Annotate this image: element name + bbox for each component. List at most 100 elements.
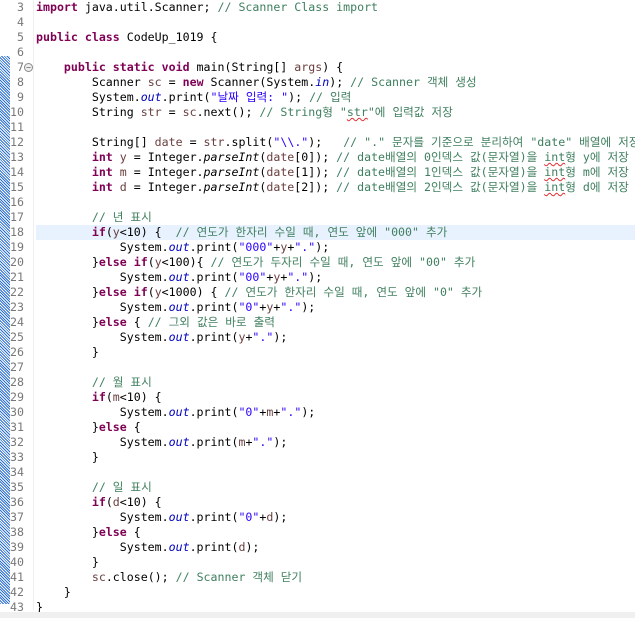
code-content: // 월 표시 [36, 375, 635, 390]
line-number: 10 [10, 105, 24, 119]
code-line[interactable]: 40 } [0, 555, 635, 570]
code-line[interactable]: 35 // 일 표시 [0, 480, 635, 495]
code-line[interactable]: 22 }else if(y<1000) { // 연도가 한자리 수일 때, 연… [0, 285, 635, 300]
code-text: .print( [189, 330, 239, 344]
code-line[interactable]: 4 [0, 15, 635, 30]
local-variable: str [203, 135, 225, 149]
code-line[interactable]: 36 if(d<10) { [0, 495, 635, 510]
comment: // Scanner 객체 생성 [350, 75, 477, 89]
code-content: // 년 표시 [36, 210, 635, 225]
line-number: 7 [17, 60, 24, 74]
code-line[interactable]: 15 int d = Integer.parseInt(date[2]); //… [0, 180, 635, 195]
code-content: }else if(y<100){ // 연도가 두자리 수일 때, 연도 앞에 … [36, 255, 635, 270]
horizontal-scrollbar[interactable] [0, 612, 635, 618]
code-line[interactable]: 21 System.out.print("00"+y+"."); [0, 270, 635, 285]
comment-spellcheck: int [544, 180, 566, 194]
code-text: ( [147, 255, 155, 269]
keyword: public static void [63, 60, 190, 74]
line-number: 29 [10, 390, 24, 404]
code-line[interactable]: 16 [0, 195, 635, 210]
code-line[interactable]: 14 int m = Integer.parseInt(date[1]); //… [0, 165, 635, 180]
code-content: }else if(y<1000) { // 연도가 한자리 수일 때, 연도 앞… [36, 285, 635, 300]
code-text: System. [36, 435, 169, 449]
code-line[interactable]: 27 [0, 360, 635, 375]
code-text: .print( [189, 300, 239, 314]
line-number: 13 [10, 150, 24, 164]
code-line[interactable]: 9 System.out.print("날짜 입력: "); // 입력 [0, 90, 635, 105]
code-text: <10) { [119, 390, 162, 404]
code-line[interactable]: 34 [0, 465, 635, 480]
local-variable: y [112, 225, 120, 239]
code-line[interactable]: 38 }else { [0, 525, 635, 540]
comment: // "." 문자를 기준으로 분리하여 "date" 배열에 저장 [343, 135, 635, 149]
code-line[interactable]: 33 } [0, 450, 635, 465]
local-variable: y [154, 255, 162, 269]
code-line[interactable]: 17 // 년 표시 [0, 210, 635, 225]
line-number: 37 [10, 510, 24, 524]
code-text: } [36, 585, 71, 599]
code-text: .print( [189, 240, 239, 254]
fold-collapse-icon[interactable]: − [24, 63, 33, 72]
code-text: ); [273, 330, 288, 344]
code-line[interactable]: 23 System.out.print("0"+y+"."); [0, 300, 635, 315]
code-line[interactable]: 11 [0, 120, 635, 135]
code-text: ); [329, 75, 351, 89]
code-line[interactable]: 24 }else { // 그외 값은 바로 출력 [0, 315, 635, 330]
code-line[interactable]: 3 import java.util.Scanner; // Scanner Cl… [0, 0, 635, 15]
code-line[interactable]: 5 public class CodeUp_1019 { [0, 30, 635, 45]
code-line[interactable]: 32 System.out.print(m+"."); [0, 435, 635, 450]
code-text: ); [301, 405, 316, 419]
code-line[interactable]: 31 }else { [0, 420, 635, 435]
code-line[interactable]: 8 Scanner sc = new Scanner(System.in); /… [0, 75, 635, 90]
line-number: 11 [10, 120, 24, 134]
code-line[interactable]: 7− public static void main(String[] args… [0, 60, 635, 75]
code-line[interactable]: 42 } [0, 585, 635, 600]
code-line[interactable]: 28 // 월 표시 [0, 375, 635, 390]
code-line[interactable]: 12 String[] date = str.split("\\."); // … [0, 135, 635, 150]
local-variable: sc [182, 105, 197, 119]
code-content: String[] date = str.split("\\."); // "."… [36, 135, 635, 150]
code-line[interactable]: 10 String str = sc.next(); // String형 "s… [0, 105, 635, 120]
code-text: .print( [189, 540, 239, 554]
code-content: } [36, 555, 635, 570]
code-content: int d = Integer.parseInt(date[2]); // da… [36, 180, 635, 195]
code-content: int m = Integer.parseInt(date[1]); // da… [36, 165, 635, 180]
code-line[interactable]: 13 int y = Integer.parseInt(date[0]); //… [0, 150, 635, 165]
comment: // 연도가 한자리 수일 때, 연도 앞에 "000" 추가 [175, 225, 448, 239]
local-variable: sc [91, 570, 106, 584]
keyword: else [98, 420, 127, 434]
comment: // Scanner Class import [217, 0, 379, 14]
string-literal: "0" [238, 510, 260, 524]
code-text: ); [288, 90, 310, 104]
code-text: System. [36, 300, 169, 314]
code-content: sc.close(); // Scanner 객체 닫기 [36, 570, 635, 585]
keyword: int [36, 180, 113, 194]
code-text: [2]); [294, 180, 337, 194]
code-line[interactable]: 6 [0, 45, 635, 60]
code-line[interactable]: 18 if(y<10) { // 연도가 한자리 수일 때, 연도 앞에 "00… [0, 225, 635, 240]
code-text: ) { [322, 60, 344, 74]
code-line[interactable]: 19 System.out.print("000"+y+"."); [0, 240, 635, 255]
line-number: 38 [10, 525, 24, 539]
local-variable: date [154, 135, 183, 149]
comment-spellcheck: int [544, 150, 566, 164]
comment: 형 y에 저장 [565, 150, 629, 164]
code-line[interactable]: 39 System.out.print(d); [0, 540, 635, 555]
local-variable: sc [147, 75, 162, 89]
code-text: main(String[] [189, 60, 295, 74]
code-text: System. [36, 510, 169, 524]
code-line[interactable]: 37 System.out.print("0"+d); [0, 510, 635, 525]
local-variable: y [119, 150, 127, 164]
string-literal: "\\." [273, 135, 309, 149]
code-line[interactable]: 41 sc.close(); // Scanner 객체 닫기 [0, 570, 635, 585]
code-line[interactable]: 25 System.out.print(y+"."); [0, 330, 635, 345]
code-line[interactable]: 29 if(m<10) { [0, 390, 635, 405]
code-line[interactable]: 30 System.out.print("0"+m+"."); [0, 405, 635, 420]
string-literal: "0" [238, 405, 260, 419]
line-number: 39 [10, 540, 24, 554]
line-number: 40 [10, 555, 24, 569]
code-line[interactable]: 20 }else if(y<100){ // 연도가 두자리 수일 때, 연도 … [0, 255, 635, 270]
line-number: 28 [10, 375, 24, 389]
code-line[interactable]: 26 } [0, 345, 635, 360]
keyword: new [182, 75, 204, 89]
